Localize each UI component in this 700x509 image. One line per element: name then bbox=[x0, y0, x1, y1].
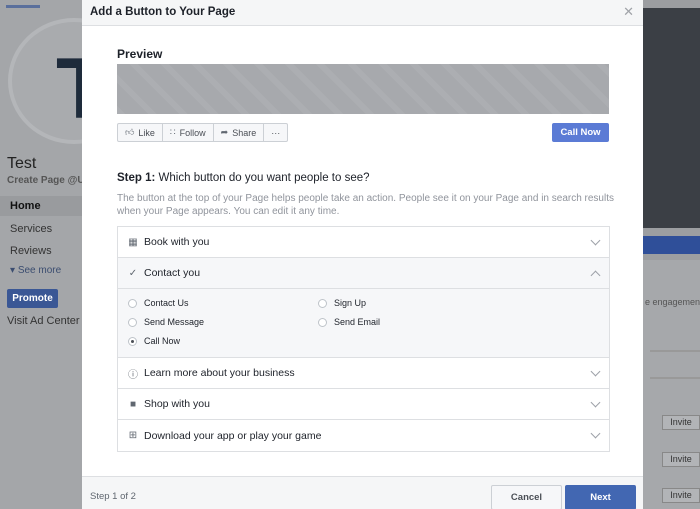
calendar-icon: ▦ bbox=[128, 236, 138, 248]
close-icon[interactable]: ✕ bbox=[623, 5, 634, 19]
radio-button-selected bbox=[128, 336, 137, 346]
create-username-link: Create Page @Username bbox=[7, 175, 83, 186]
radio-contact-us[interactable]: Contact Us bbox=[128, 298, 189, 308]
background-divider bbox=[650, 350, 700, 352]
next-button[interactable]: Next bbox=[565, 485, 636, 509]
radio-button bbox=[318, 298, 327, 308]
radio-send-message[interactable]: Send Message bbox=[128, 317, 204, 327]
option-book-with-you[interactable]: ▦ Book with you bbox=[118, 227, 609, 258]
invite-button: Invite bbox=[662, 488, 700, 503]
radio-sign-up[interactable]: Sign Up bbox=[318, 298, 366, 308]
background-left-column: T Test Create Page @Username Home Servic… bbox=[0, 0, 140, 509]
option-download-app[interactable]: ⊞ Download your app or play your game bbox=[118, 420, 609, 451]
chevron-down-icon bbox=[590, 428, 601, 439]
background-cover-edge bbox=[643, 8, 700, 228]
chevron-down-icon bbox=[590, 397, 601, 408]
promote-button: Promote bbox=[7, 289, 58, 308]
radio-button bbox=[318, 317, 327, 327]
step-description: The button at the top of your Page helps… bbox=[117, 193, 614, 217]
share-button[interactable]: ➦ Share bbox=[214, 124, 265, 141]
engagement-text: e engagement bbox=[645, 297, 700, 307]
follow-button[interactable]: ∷ Follow bbox=[163, 124, 214, 141]
background-blue-bar bbox=[643, 236, 700, 254]
add-button-dialog: Add a Button to Your Page ✕ Preview 👍︎ Li… bbox=[82, 0, 643, 509]
invite-button: Invite bbox=[662, 452, 700, 467]
preview-call-now-button: Call Now bbox=[552, 123, 609, 142]
option-learn-more[interactable]: ⓘ Learn more about your business bbox=[118, 358, 609, 389]
option-contact-you[interactable]: ✓ Contact you bbox=[118, 258, 609, 289]
option-shop-with-you[interactable]: ■ Shop with you bbox=[118, 389, 609, 420]
download-icon: ⊞ bbox=[128, 430, 138, 441]
chevron-down-icon bbox=[590, 366, 601, 377]
like-button[interactable]: 👍︎ Like bbox=[118, 124, 163, 141]
radio-send-email[interactable]: Send Email bbox=[318, 317, 380, 327]
rss-icon: ∷ bbox=[169, 127, 176, 137]
share-arrow-icon: ➦ bbox=[220, 127, 229, 137]
info-icon: ⓘ bbox=[128, 369, 138, 381]
chevron-up-icon bbox=[590, 270, 601, 281]
see-more-link: ▾ See more bbox=[10, 265, 62, 276]
cancel-button[interactable]: Cancel bbox=[491, 485, 562, 509]
radio-button bbox=[128, 298, 137, 308]
ad-center-link: Visit Ad Center bbox=[7, 315, 80, 327]
invite-button: Invite bbox=[662, 415, 700, 430]
preview-heading: Preview bbox=[117, 47, 163, 61]
checkmark-icon: ✓ bbox=[128, 267, 138, 279]
chevron-down-icon bbox=[590, 235, 601, 246]
step-heading: Step 1: Which button do you want people … bbox=[117, 172, 370, 184]
button-type-list: ▦ Book with you ✓ Contact you Contact Us… bbox=[117, 226, 610, 452]
dialog-footer: Step 1 of 2 Cancel Next bbox=[82, 476, 643, 509]
dialog-title: Add a Button to Your Page bbox=[90, 6, 236, 18]
more-button[interactable]: ··· bbox=[264, 124, 287, 141]
nav-item-services: Services bbox=[10, 223, 53, 235]
more-icon: ··· bbox=[271, 127, 281, 138]
nav-item-home: Home bbox=[0, 196, 82, 216]
dialog-header: Add a Button to Your Page ✕ bbox=[82, 0, 643, 26]
page-action-bar: 👍︎ Like ∷ Follow ➦ Share ··· bbox=[117, 123, 289, 142]
page-name: Test bbox=[7, 155, 37, 172]
radio-call-now[interactable]: Call Now bbox=[128, 336, 180, 346]
background-divider bbox=[650, 377, 700, 379]
background-top-accent bbox=[6, 5, 40, 8]
cover-photo-placeholder bbox=[117, 64, 609, 114]
chevron-down-icon: ▾ bbox=[10, 265, 16, 276]
radio-button bbox=[128, 317, 137, 327]
step-counter: Step 1 of 2 bbox=[90, 491, 136, 502]
contact-choices-panel: Contact Us Sign Up Send Message Send Ema… bbox=[118, 289, 609, 358]
nav-item-reviews: Reviews bbox=[10, 245, 52, 257]
thumbs-up-icon: 👍︎ bbox=[125, 127, 135, 137]
shopping-bag-icon: ■ bbox=[129, 398, 137, 410]
